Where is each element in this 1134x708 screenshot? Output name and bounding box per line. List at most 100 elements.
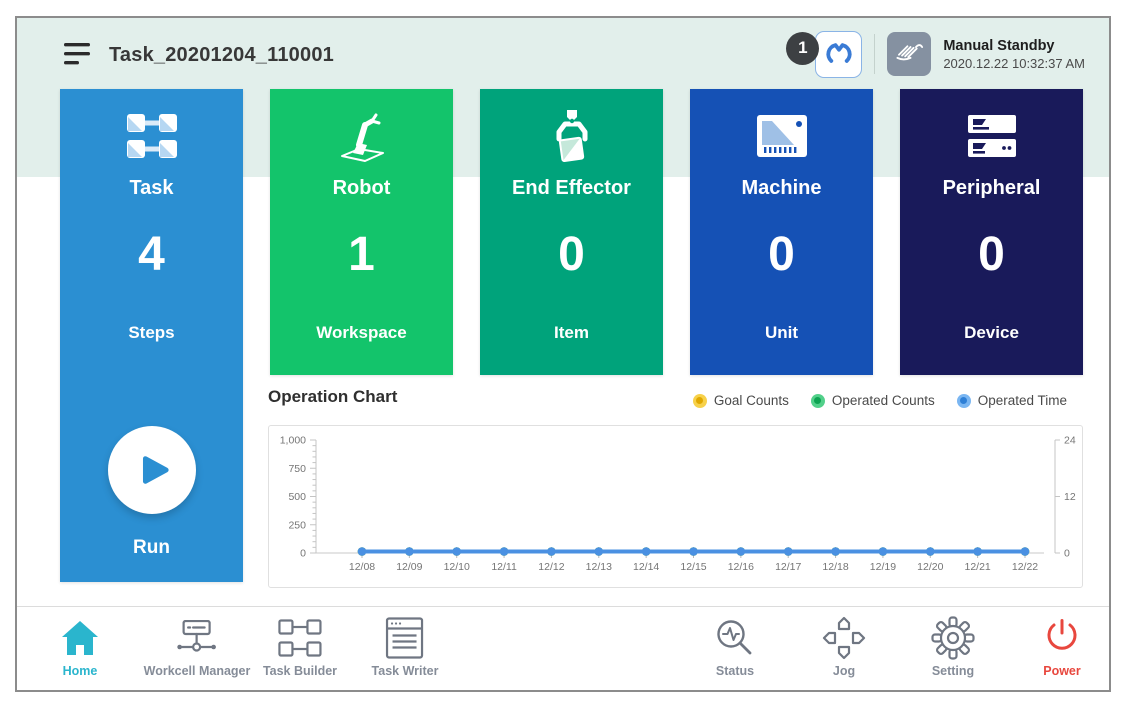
card-title: Robot bbox=[270, 177, 453, 200]
notification-badge[interactable]: 1 bbox=[786, 32, 819, 65]
svg-text:12/21: 12/21 bbox=[965, 561, 991, 573]
operation-chart-plot: 02505007501,00012/0812/0912/1012/1112/12… bbox=[268, 425, 1083, 588]
svg-text:750: 750 bbox=[288, 463, 306, 475]
card-unit: Device bbox=[900, 323, 1083, 343]
svg-text:1,000: 1,000 bbox=[280, 435, 306, 447]
nav-label: Status bbox=[716, 664, 754, 678]
nav-item-status[interactable]: Status bbox=[715, 614, 755, 678]
mode-button[interactable] bbox=[887, 32, 931, 76]
card-title: Task bbox=[60, 177, 243, 200]
nav-label: Home bbox=[63, 664, 98, 678]
svg-text:24: 24 bbox=[1064, 435, 1076, 447]
nav-item-task-builder[interactable]: Task Builder bbox=[263, 614, 337, 678]
svg-text:12/17: 12/17 bbox=[775, 561, 801, 573]
play-icon bbox=[133, 451, 171, 489]
nav-label: Task Builder bbox=[263, 664, 337, 678]
nav-label: Power bbox=[1043, 664, 1081, 678]
power-icon bbox=[1042, 614, 1082, 662]
nav-item-power[interactable]: Power bbox=[1042, 614, 1082, 678]
jog-dpad-icon bbox=[821, 614, 867, 662]
nav-label: Task Writer bbox=[372, 664, 439, 678]
card-unit: Steps bbox=[60, 323, 243, 343]
bottom-navigation: Home Workc bbox=[17, 606, 1109, 690]
hand-manual-mode-icon bbox=[892, 37, 926, 71]
tool-button[interactable] bbox=[815, 31, 862, 78]
task-writer-icon bbox=[386, 614, 424, 662]
svg-text:12/19: 12/19 bbox=[870, 561, 896, 573]
setting-gear-icon bbox=[931, 614, 975, 662]
gripper-tool-icon bbox=[822, 37, 856, 71]
operated-counts-dot-icon bbox=[811, 394, 825, 408]
svg-text:12/13: 12/13 bbox=[586, 561, 612, 573]
svg-text:12/10: 12/10 bbox=[444, 561, 470, 573]
status-magnifier-icon bbox=[715, 614, 755, 662]
card-value: 1 bbox=[270, 227, 453, 282]
svg-text:12/09: 12/09 bbox=[396, 561, 422, 573]
svg-text:12/14: 12/14 bbox=[633, 561, 659, 573]
legend-operated-counts: Operated Counts bbox=[811, 393, 935, 408]
nav-label: Jog bbox=[833, 664, 855, 678]
datetime-label: 2020.12.22 10:32:37 AM bbox=[943, 55, 1085, 72]
card-value: 0 bbox=[480, 227, 663, 282]
nav-item-setting[interactable]: Setting bbox=[931, 614, 975, 678]
nav-item-home[interactable]: Home bbox=[60, 614, 100, 678]
legend-label: Operated Time bbox=[978, 393, 1067, 408]
task-blocks-icon bbox=[60, 105, 243, 167]
legend-goal-counts: Goal Counts bbox=[693, 393, 789, 408]
svg-text:12: 12 bbox=[1064, 491, 1076, 503]
screen: Task_20201204_110001 1 bbox=[0, 0, 1134, 708]
svg-text:12/15: 12/15 bbox=[680, 561, 706, 573]
svg-text:12/08: 12/08 bbox=[349, 561, 375, 573]
legend-label: Operated Counts bbox=[832, 393, 935, 408]
nav-label: Workcell Manager bbox=[144, 664, 251, 678]
card-robot[interactable]: Robot 1 Workspace bbox=[270, 89, 453, 375]
machine-icon bbox=[690, 105, 873, 167]
header-divider bbox=[874, 34, 875, 74]
card-unit: Unit bbox=[690, 323, 873, 343]
svg-text:250: 250 bbox=[288, 519, 306, 531]
card-value: 4 bbox=[60, 227, 243, 282]
nav-item-workcell-manager[interactable]: Workcell Manager bbox=[144, 614, 251, 678]
home-icon bbox=[60, 614, 100, 662]
card-value: 0 bbox=[900, 227, 1083, 282]
menu-button[interactable] bbox=[63, 41, 93, 67]
mode-status: Manual Standby 2020.12.22 10:32:37 AM bbox=[943, 37, 1085, 72]
card-peripheral[interactable]: Peripheral 0 Device bbox=[900, 89, 1083, 375]
legend-label: Goal Counts bbox=[714, 393, 789, 408]
peripheral-stack-icon bbox=[900, 105, 1083, 167]
operated-time-dot-icon bbox=[957, 394, 971, 408]
end-effector-gripper-icon bbox=[480, 105, 663, 167]
legend-operated-time: Operated Time bbox=[957, 393, 1067, 408]
workcell-manager-icon bbox=[174, 614, 220, 662]
nav-item-jog[interactable]: Jog bbox=[821, 614, 867, 678]
svg-text:12/22: 12/22 bbox=[1012, 561, 1038, 573]
goal-counts-dot-icon bbox=[693, 394, 707, 408]
card-unit: Item bbox=[480, 323, 663, 343]
chart-legend: Goal Counts Operated Counts Operated Tim… bbox=[693, 393, 1067, 408]
card-task[interactable]: Task 4 Steps Run bbox=[60, 89, 243, 582]
svg-text:12/12: 12/12 bbox=[538, 561, 564, 573]
run-label: Run bbox=[60, 537, 243, 559]
app-window: Task_20201204_110001 1 bbox=[15, 16, 1111, 692]
card-title: Peripheral bbox=[900, 177, 1083, 200]
hamburger-icon bbox=[63, 41, 93, 67]
robot-arm-icon bbox=[270, 105, 453, 167]
task-title: Task_20201204_110001 bbox=[109, 44, 334, 67]
card-title: Machine bbox=[690, 177, 873, 200]
mode-label: Manual Standby bbox=[943, 37, 1085, 55]
header-right-cluster: 1 bbox=[786, 27, 1085, 81]
svg-text:12/18: 12/18 bbox=[822, 561, 848, 573]
run-button[interactable] bbox=[108, 426, 196, 514]
task-builder-icon bbox=[278, 614, 322, 662]
svg-text:12/16: 12/16 bbox=[728, 561, 754, 573]
nav-label: Setting bbox=[932, 664, 974, 678]
operation-chart-title: Operation Chart bbox=[268, 387, 397, 407]
card-end-effector[interactable]: End Effector 0 Item bbox=[480, 89, 663, 375]
card-value: 0 bbox=[690, 227, 873, 282]
nav-item-task-writer[interactable]: Task Writer bbox=[372, 614, 439, 678]
card-title: End Effector bbox=[480, 177, 663, 200]
svg-text:0: 0 bbox=[300, 548, 306, 560]
svg-text:12/11: 12/11 bbox=[491, 561, 517, 573]
card-machine[interactable]: Machine 0 Unit bbox=[690, 89, 873, 375]
svg-text:0: 0 bbox=[1064, 548, 1070, 560]
